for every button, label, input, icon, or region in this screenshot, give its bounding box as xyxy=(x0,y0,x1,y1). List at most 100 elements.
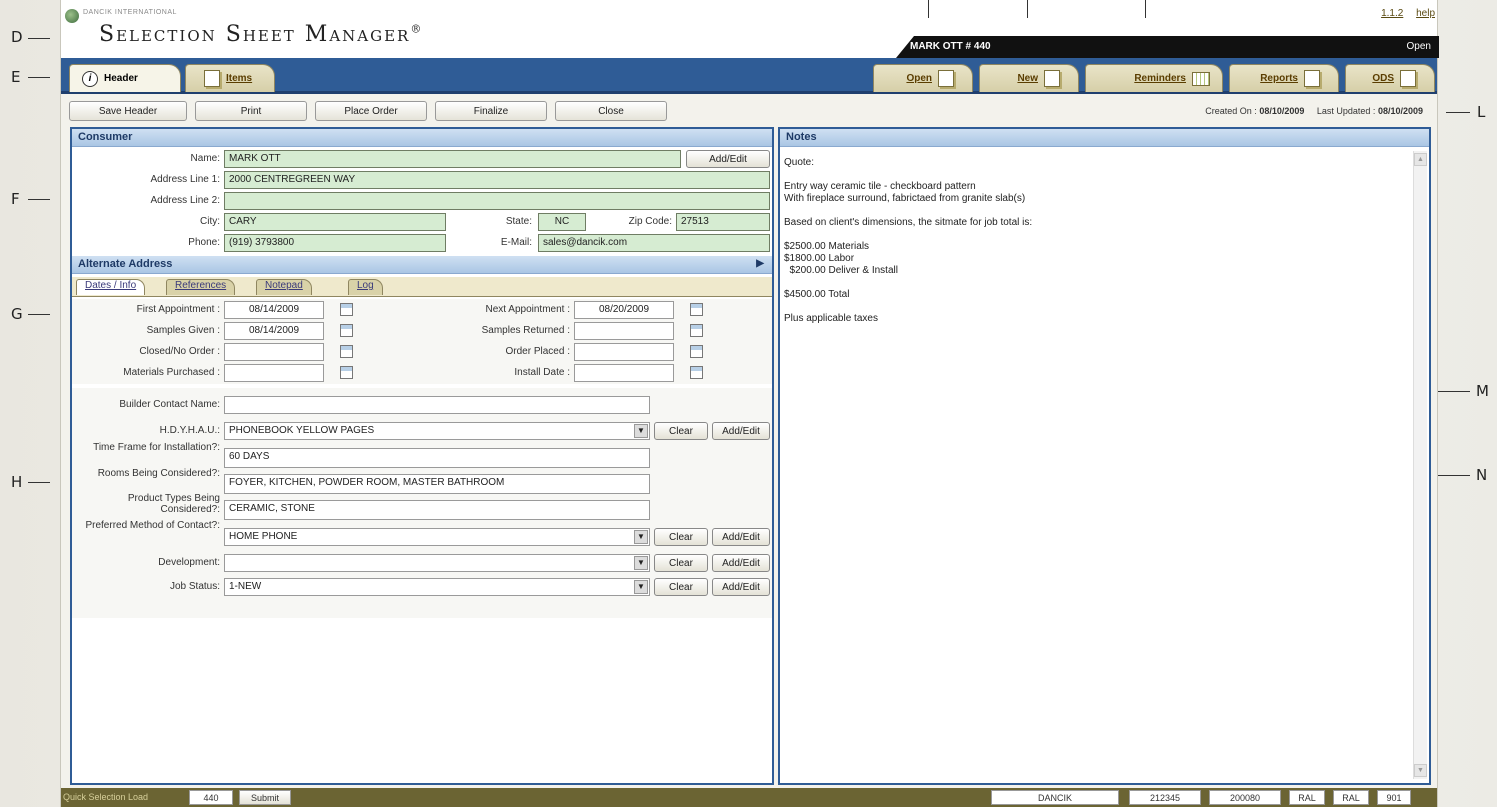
development-select[interactable]: ▼ xyxy=(224,554,650,572)
rooms-field[interactable]: FOYER, KITCHEN, POWDER ROOM, MASTER BATH… xyxy=(224,474,650,494)
time-frame-field[interactable]: 60 DAYS xyxy=(224,448,650,468)
consumer-panel: Consumer Name: MARK OTT Add/Edit Address… xyxy=(70,127,774,785)
consumer-add-edit-button[interactable]: Add/Edit xyxy=(686,150,770,168)
samples-given-field[interactable]: 08/14/2009 xyxy=(224,322,324,340)
submit-button[interactable]: Submit xyxy=(239,790,291,805)
subtab-strip: Dates / Info References Notepad Log xyxy=(72,277,772,297)
chevron-down-icon[interactable]: ▼ xyxy=(634,556,648,570)
contact-add-edit-button[interactable]: Add/Edit xyxy=(712,528,770,546)
calendar-icon[interactable] xyxy=(690,324,703,337)
tab-header-label: Header xyxy=(104,73,138,84)
job-status-clear-button[interactable]: Clear xyxy=(654,578,708,596)
tab-ods[interactable]: ODS xyxy=(1345,64,1435,92)
order-placed-field[interactable] xyxy=(574,343,674,361)
callout-l: L xyxy=(1477,103,1486,121)
footer-company-box: DANCIK xyxy=(991,790,1119,805)
hdyhau-clear-button[interactable]: Clear xyxy=(654,422,708,440)
tab-items[interactable]: Items xyxy=(185,64,275,92)
subtab-log[interactable]: Log xyxy=(348,279,383,295)
closed-no-order-field[interactable] xyxy=(224,343,324,361)
hdyhau-select[interactable]: PHONEBOOK YELLOW PAGES ▼ xyxy=(224,422,650,440)
email-field[interactable]: sales@dancik.com xyxy=(538,234,770,252)
address1-row: Address Line 1: 2000 CENTREGREEN WAY xyxy=(72,171,772,191)
development-clear-button[interactable]: Clear xyxy=(654,554,708,572)
scroll-up-icon[interactable]: ▲ xyxy=(1414,153,1427,166)
chevron-down-icon[interactable]: ▼ xyxy=(634,580,648,594)
close-button[interactable]: Close xyxy=(555,101,667,121)
note-line: $4500.00 Total xyxy=(784,289,850,300)
calendar-icon[interactable] xyxy=(340,303,353,316)
address1-field[interactable]: 2000 CENTREGREEN WAY xyxy=(224,171,770,189)
notes-textarea[interactable]: Quote: Entry way ceramic tile - checkboar… xyxy=(780,149,1429,783)
product-types-field[interactable]: CERAMIC, STONE xyxy=(224,500,650,520)
calendar-icon[interactable] xyxy=(690,303,703,316)
callout-line xyxy=(28,38,50,39)
builder-contact-field[interactable] xyxy=(224,396,650,414)
tab-header[interactable]: i Header xyxy=(69,64,181,92)
title-bar: DANCIK INTERNATIONAL Selection Sheet Man… xyxy=(61,0,1439,58)
alternate-address-heading[interactable]: Alternate Address ▶ xyxy=(72,256,772,274)
subtab-references[interactable]: References xyxy=(166,279,236,295)
materials-purchased-field[interactable] xyxy=(224,364,324,382)
time-frame-label: Time Frame for Installation?: xyxy=(93,442,220,453)
job-status-select[interactable]: 1-NEW ▼ xyxy=(224,578,650,596)
version-link[interactable]: 1.1.2 xyxy=(1381,8,1403,19)
name-field[interactable]: MARK OTT xyxy=(224,150,681,168)
tab-new-label: New xyxy=(1017,73,1038,84)
subtab-dates-info[interactable]: Dates / Info xyxy=(76,279,146,295)
quick-load-input[interactable]: 440 xyxy=(189,790,233,805)
print-button[interactable]: Print xyxy=(195,101,307,121)
tab-open[interactable]: Open xyxy=(873,64,973,92)
city-label: City: xyxy=(200,216,220,227)
address2-field[interactable] xyxy=(224,192,770,210)
next-appointment-field[interactable]: 08/20/2009 xyxy=(574,301,674,319)
callout-g: G xyxy=(11,305,23,323)
tab-reminders[interactable]: Reminders xyxy=(1085,64,1223,92)
save-header-button[interactable]: Save Header xyxy=(69,101,187,121)
state-label: State: xyxy=(505,216,532,227)
notes-scrollbar[interactable]: ▲ ▼ xyxy=(1413,151,1427,779)
phone-field[interactable]: (919) 3793800 xyxy=(224,234,446,252)
open-document-icon xyxy=(938,70,954,87)
zip-label: Zip Code: xyxy=(628,216,672,227)
calendar-icon[interactable] xyxy=(690,366,703,379)
calendar-icon[interactable] xyxy=(690,345,703,358)
calendar-icon[interactable] xyxy=(340,345,353,358)
new-document-icon xyxy=(1044,70,1060,87)
preferred-contact-select[interactable]: HOME PHONE ▼ xyxy=(224,528,650,546)
first-appointment-label: First Appointment : xyxy=(136,304,220,315)
finalize-button[interactable]: Finalize xyxy=(435,101,547,121)
calendar-icon[interactable] xyxy=(340,324,353,337)
chevron-down-icon[interactable]: ▼ xyxy=(634,530,648,544)
info-section: Builder Contact Name: H.D.Y.H.A.U.: PHON… xyxy=(72,388,772,618)
place-order-button[interactable]: Place Order xyxy=(315,101,427,121)
state-field[interactable]: NC xyxy=(538,213,586,231)
footer-user-box: RAL xyxy=(1289,790,1325,805)
callout-d: D xyxy=(11,28,23,46)
first-appointment-field[interactable]: 08/14/2009 xyxy=(224,301,324,319)
subtab-notepad[interactable]: Notepad xyxy=(256,279,312,295)
calendar-icon[interactable] xyxy=(340,366,353,379)
contact-clear-button[interactable]: Clear xyxy=(654,528,708,546)
job-status-add-edit-button[interactable]: Add/Edit xyxy=(712,578,770,596)
scroll-down-icon[interactable]: ▼ xyxy=(1414,764,1427,777)
subtab-notepad-label: Notepad xyxy=(265,280,303,291)
city-field[interactable]: CARY xyxy=(224,213,446,231)
install-date-field[interactable] xyxy=(574,364,674,382)
tab-reminders-label: Reminders xyxy=(1134,73,1186,84)
callout-line xyxy=(1446,112,1470,113)
action-bar: Save Header Print Place Order Finalize C… xyxy=(61,97,1437,127)
chevron-down-icon[interactable]: ▼ xyxy=(634,424,648,438)
note-line: Entry way ceramic tile - checkboard patt… xyxy=(784,181,976,192)
note-line: Quote: xyxy=(784,157,815,168)
tab-new[interactable]: New xyxy=(979,64,1079,92)
help-link[interactable]: help xyxy=(1416,8,1435,19)
development-add-edit-button[interactable]: Add/Edit xyxy=(712,554,770,572)
tab-reports[interactable]: Reports xyxy=(1229,64,1339,92)
zip-field[interactable]: 27513 xyxy=(676,213,770,231)
hdyhau-add-edit-button[interactable]: Add/Edit xyxy=(712,422,770,440)
app-title-text: Selection Sheet Manager xyxy=(99,22,411,47)
footer-terminal-box: 901 xyxy=(1377,790,1411,805)
callout-tick xyxy=(928,0,929,18)
samples-returned-field[interactable] xyxy=(574,322,674,340)
